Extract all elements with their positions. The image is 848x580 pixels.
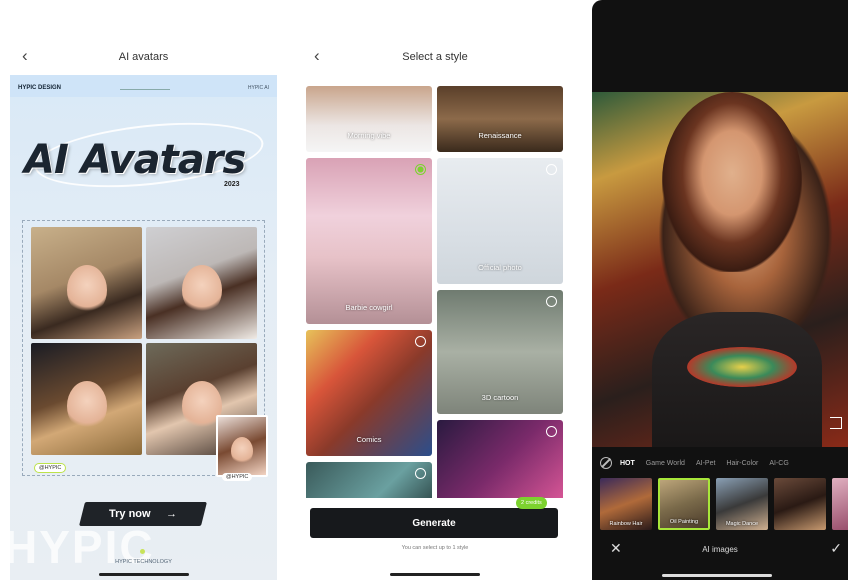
effect-thumbnail[interactable] <box>774 478 826 530</box>
bottom-title: AI images <box>702 544 738 554</box>
back-arrow-icon[interactable]: ‹ <box>22 47 40 65</box>
style-card[interactable]: 3D cartoon <box>437 290 563 414</box>
style-label: 3D cartoon <box>481 393 519 402</box>
style-card[interactable]: Barbie cowgirl <box>306 158 432 324</box>
select-style-screen: ‹ Select a style Morning vibe Renaissanc… <box>302 0 568 580</box>
bottom-bar: ✕ AI images ✓ <box>592 536 848 562</box>
radio-icon[interactable] <box>415 468 426 479</box>
ai-avatars-screen: ‹ AI avatars HYPIC DESIGN HYPIC AI AI Av… <box>10 0 277 580</box>
style-card[interactable]: Comics <box>306 330 432 456</box>
tab-hair-color[interactable]: Hair-Color <box>726 460 758 467</box>
handle-tag: @HYPIC <box>222 473 253 481</box>
face-shape <box>66 381 107 432</box>
nav-bar: ‹ Select a style <box>302 45 568 69</box>
tab-ai-cg[interactable]: AI-CG <box>769 460 788 467</box>
category-tabs: HOT Game World AI-Pet Hair-Color AI-CG <box>592 453 848 473</box>
style-label: Barbie cowgirl <box>345 303 393 312</box>
no-effect-icon[interactable] <box>600 457 612 469</box>
effect-thumbnail[interactable] <box>832 478 848 530</box>
compare-icon[interactable] <box>830 417 842 429</box>
tab-game-world[interactable]: Game World <box>646 460 685 467</box>
tech-label: HYPIC TECHNOLOGY <box>115 559 172 565</box>
radio-selected-icon[interactable] <box>415 164 426 175</box>
handle-tag: @HYPIC <box>34 463 67 473</box>
tab-hot[interactable]: HOT <box>620 460 635 467</box>
image-preview <box>592 92 848 447</box>
try-now-button[interactable]: Try now → <box>79 502 207 526</box>
generate-button[interactable]: Generate <box>310 508 558 538</box>
radio-icon[interactable] <box>546 426 557 437</box>
decorative-dot <box>140 549 145 554</box>
radio-icon[interactable] <box>546 296 557 307</box>
effect-thumbnail[interactable]: Rainbow Hair <box>600 478 652 530</box>
thumbnail-label: Magic Dance <box>725 521 759 527</box>
style-card[interactable]: Renaissance <box>437 86 563 152</box>
thumbnail-label: Rainbow Hair <box>609 521 643 527</box>
style-label: Comics <box>356 435 382 444</box>
back-arrow-icon[interactable]: ‹ <box>314 47 332 65</box>
face-shape <box>66 265 107 316</box>
portrait-shape <box>687 347 797 387</box>
avatar-photo <box>31 227 142 339</box>
tab-ai-pet[interactable]: AI-Pet <box>696 460 715 467</box>
divider <box>120 89 170 90</box>
selection-hint: You can select up to 1 style <box>401 545 469 551</box>
home-indicator <box>98 573 189 576</box>
home-indicator <box>662 574 772 577</box>
promo-banner: HYPIC DESIGN HYPIC AI AI Avatars 2023 @H… <box>10 75 277 580</box>
ai-images-editor-screen: HOT Game World AI-Pet Hair-Color AI-CG R… <box>592 0 848 580</box>
page-title: Select a style <box>402 51 468 63</box>
close-icon[interactable]: ✕ <box>610 540 622 557</box>
style-card[interactable]: Morning vibe <box>306 86 432 152</box>
try-now-label: Try now <box>108 508 151 520</box>
avatar-photo <box>31 343 142 455</box>
nav-bar: ‹ AI avatars <box>10 45 277 69</box>
face-shape <box>231 436 253 465</box>
credits-badge: 2 credits <box>516 497 547 509</box>
style-label: Official photo <box>478 263 522 272</box>
home-indicator <box>390 573 480 576</box>
effect-thumbnail-selected[interactable]: Oil Painting <box>658 478 710 530</box>
radio-icon[interactable] <box>415 336 426 347</box>
radio-icon[interactable] <box>546 164 557 175</box>
style-label: Renaissance <box>478 131 522 140</box>
brand-label-right: HYPIC AI <box>247 85 269 91</box>
check-icon[interactable]: ✓ <box>830 540 842 557</box>
banner-headline: AI Avatars <box>24 137 246 183</box>
style-card[interactable]: Official photo <box>437 158 563 284</box>
style-label: Morning vibe <box>347 131 391 140</box>
page-title: AI avatars <box>118 51 169 63</box>
face-shape <box>181 265 222 316</box>
effect-thumbnail[interactable]: Magic Dance <box>716 478 768 530</box>
effect-thumbnails: Rainbow Hair Oil Painting Magic Dance <box>600 478 848 530</box>
brand-label: HYPIC DESIGN <box>18 85 62 91</box>
avatar-photo <box>146 227 257 339</box>
avatar-photo-inset <box>216 415 268 477</box>
arrow-right-icon: → <box>166 508 178 520</box>
portrait-shape <box>662 92 802 272</box>
thumbnail-label: Oil Painting <box>669 519 699 525</box>
style-card[interactable] <box>437 420 563 510</box>
watermark-text: HYPIC <box>10 521 155 573</box>
year-label: 2023 <box>224 181 240 188</box>
